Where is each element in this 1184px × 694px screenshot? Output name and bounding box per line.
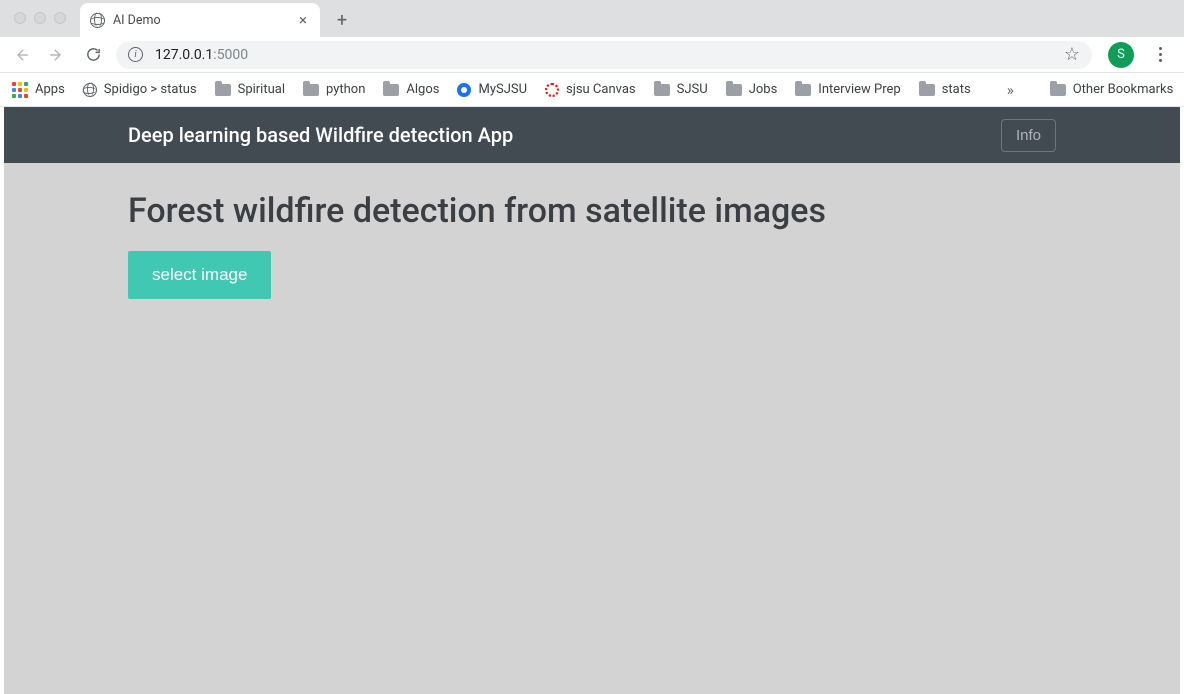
- apps-button[interactable]: Apps: [12, 82, 65, 98]
- folder-icon: [215, 84, 231, 96]
- app-title: Deep learning based Wildfire detection A…: [128, 123, 513, 147]
- bookmark-item-sjsu[interactable]: SJSU: [654, 82, 708, 97]
- info-button[interactable]: Info: [1001, 119, 1056, 152]
- browser-window-top: AI Demo × +: [0, 0, 1184, 37]
- canvas-icon: [545, 83, 559, 97]
- bookmark-item-python[interactable]: python: [303, 82, 365, 97]
- browser-toolbar: i 127.0.0.1:5000 ☆ S: [0, 37, 1184, 73]
- browser-tab[interactable]: AI Demo ×: [80, 3, 320, 37]
- bookmark-label: SJSU: [677, 82, 708, 97]
- app-content: Forest wildfire detection from satellite…: [0, 163, 1184, 327]
- nav-forward-button[interactable]: [44, 42, 70, 68]
- reload-icon: [85, 46, 102, 63]
- bookmark-label: Spidigo > status: [104, 82, 197, 97]
- folder-icon: [795, 84, 811, 96]
- bookmark-label: Jobs: [749, 82, 778, 97]
- reload-button[interactable]: [80, 42, 106, 68]
- url-host: 127.0.0.1:5000: [155, 47, 248, 63]
- apps-grid-icon: [12, 82, 28, 98]
- bookmark-item-jobs[interactable]: Jobs: [726, 82, 778, 97]
- bookmark-item-spidigo[interactable]: Spidigo > status: [83, 82, 197, 97]
- window-maximize-icon[interactable]: [54, 12, 66, 24]
- circle-icon: [457, 83, 471, 97]
- bookmark-item-mysjsu[interactable]: MySJSU: [457, 82, 527, 97]
- other-bookmarks-button[interactable]: Other Bookmarks: [1050, 82, 1174, 97]
- folder-icon: [726, 84, 742, 96]
- folder-icon: [919, 84, 935, 96]
- folder-icon: [654, 84, 670, 96]
- window-minimize-icon[interactable]: [34, 12, 46, 24]
- select-image-button[interactable]: select image: [128, 251, 271, 299]
- bookmark-label: Spiritual: [238, 82, 285, 97]
- site-info-icon[interactable]: i: [128, 47, 143, 62]
- address-bar[interactable]: i 127.0.0.1:5000 ☆: [116, 41, 1092, 69]
- nav-back-button[interactable]: [8, 42, 34, 68]
- browser-menu-button[interactable]: [1150, 47, 1170, 62]
- bookmark-item-stats[interactable]: stats: [919, 82, 971, 97]
- bookmarks-bar: Apps Spidigo > status Spiritual python A…: [0, 73, 1184, 107]
- folder-icon: [1050, 84, 1066, 96]
- bookmark-item-algos[interactable]: Algos: [383, 82, 439, 97]
- window-close-icon[interactable]: [14, 12, 26, 24]
- apps-label: Apps: [35, 82, 65, 97]
- bookmark-label: MySJSU: [478, 82, 527, 97]
- bookmark-item-sjsu-canvas[interactable]: sjsu Canvas: [545, 82, 636, 97]
- bookmark-star-icon[interactable]: ☆: [1064, 44, 1080, 65]
- close-tab-icon[interactable]: ×: [296, 13, 310, 27]
- new-tab-button[interactable]: +: [328, 6, 356, 34]
- folder-icon: [383, 84, 399, 96]
- bookmark-label: sjsu Canvas: [566, 82, 636, 97]
- bookmarks-overflow-button[interactable]: »: [1007, 81, 1014, 99]
- viewport-edge: [1180, 107, 1184, 694]
- globe-icon: [90, 13, 105, 28]
- app-header: Deep learning based Wildfire detection A…: [0, 107, 1184, 163]
- viewport-edge: [0, 107, 4, 694]
- bookmark-item-interview-prep[interactable]: Interview Prep: [795, 82, 900, 97]
- arrow-right-icon: [48, 46, 66, 64]
- page-heading: Forest wildfire detection from satellite…: [128, 191, 1056, 231]
- bookmark-label: Interview Prep: [818, 82, 900, 97]
- bookmark-label: python: [326, 82, 365, 97]
- folder-icon: [303, 84, 319, 96]
- other-bookmarks-label: Other Bookmarks: [1073, 82, 1174, 97]
- bookmark-label: stats: [942, 82, 971, 97]
- globe-icon: [83, 83, 97, 97]
- bookmark-item-spiritual[interactable]: Spiritual: [215, 82, 285, 97]
- window-controls: [14, 12, 66, 24]
- page-viewport: Deep learning based Wildfire detection A…: [0, 107, 1184, 694]
- profile-avatar[interactable]: S: [1108, 42, 1134, 68]
- bookmark-label: Algos: [406, 82, 439, 97]
- tab-title: AI Demo: [113, 13, 288, 28]
- arrow-left-icon: [12, 46, 30, 64]
